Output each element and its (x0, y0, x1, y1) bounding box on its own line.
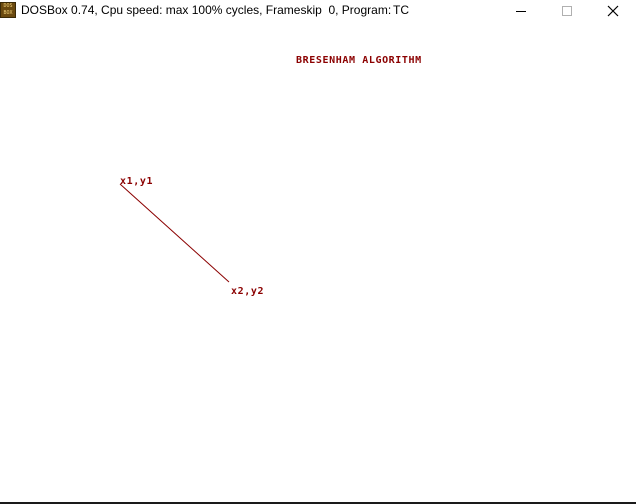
dosbox-app-icon[interactable]: DOS BOX (0, 2, 16, 18)
minimize-button[interactable] (498, 0, 544, 22)
bresenham-line (119, 183, 230, 283)
line-canvas (119, 183, 230, 283)
minimize-icon (516, 11, 526, 12)
title-bar[interactable]: DOS BOX DOSBox 0.74, Cpu speed: max 100%… (0, 0, 636, 22)
dosbox-window: DOS BOX DOSBox 0.74, Cpu speed: max 100%… (0, 0, 636, 504)
dos-graphics-screen[interactable]: BRESENHAM ALGORITHM x1,y1 x2,y2 (0, 22, 636, 502)
close-icon (607, 5, 619, 17)
maximize-icon (562, 6, 572, 16)
app-icon-label: DOS BOX (3, 3, 13, 16)
window-title: DOSBox 0.74, Cpu speed: max 100% cycles,… (21, 3, 392, 17)
close-button[interactable] (590, 0, 636, 22)
end-point-label: x2,y2 (231, 286, 265, 297)
start-point-label: x1,y1 (120, 176, 154, 187)
program-name: TC (393, 3, 409, 17)
maximize-button[interactable] (544, 0, 590, 22)
